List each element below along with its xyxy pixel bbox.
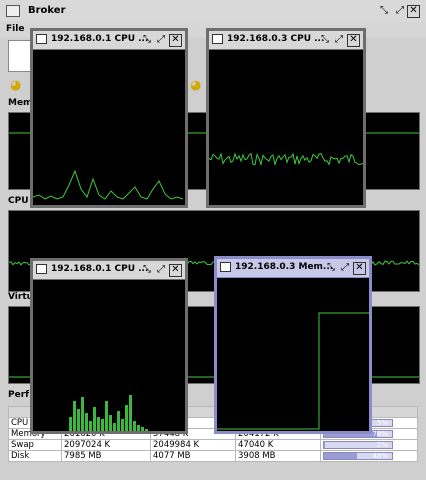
frame-title: 192.168.0.3 CPU ... [227,34,325,44]
table-row: Disk 7985 MB 4077 MB 3908 MB 48% [8,450,418,462]
frame-title-bar[interactable]: 192.168.0.1 CPU ... ⤡ ⤢ ✕ [33,261,185,280]
cpu-bar [125,405,128,431]
menu-file[interactable]: File [6,24,24,34]
cpu-bar [89,421,92,431]
memory-plot [217,312,369,430]
table-cell: 4077 MB [150,450,236,462]
cpu-bar [129,395,132,431]
cpu-frame-2[interactable]: 192.168.0.3 CPU ... ⤡ ⤢ ✕ [206,28,366,208]
perf-section-label: Perf [8,390,30,400]
frame-icon [212,34,223,44]
table-row: Swap 2097024 K 2049984 K 47040 K 2% [8,439,418,451]
cpu-trace [209,152,363,167]
cpu-bar [133,421,136,431]
maximize-icon[interactable]: ⤢ [155,34,167,46]
cpu-plot [209,152,363,167]
frame-title-bar[interactable]: 192.168.0.3 CPU ... ⤡ ⤢ ✕ [209,31,363,50]
frame-title: 192.168.0.1 CPU ... [51,34,149,44]
frame-icon [220,262,231,272]
cpu-trace [33,169,184,200]
maximize-icon[interactable]: ⤢ [333,34,345,46]
frame-title-bar[interactable]: 192.168.0.3 Mem... ⤡ ⤢ ✕ [217,259,369,278]
table-cell: 2097024 K [61,439,151,451]
usage-bar-fill [324,442,326,448]
tab-icon[interactable]: ◕ [10,79,21,92]
cpu-bar [137,425,140,431]
cpu-frame-3[interactable]: 192.168.0.1 CPU ... ⤡ ⤢ ✕ [30,258,188,434]
frame-title: 192.168.0.3 Mem... [235,262,334,272]
usage-bar-fill [324,453,357,459]
usage-cell: 2% [320,439,418,451]
close-icon[interactable]: ✕ [169,34,182,47]
maximize-icon[interactable]: ⤢ [155,264,167,276]
cpu-bar [145,429,148,431]
minimize-icon[interactable]: ⤡ [380,5,388,17]
minimize-icon[interactable]: ⤡ [325,262,337,274]
close-icon[interactable]: ✕ [407,5,420,18]
title-bar: Broker ⤡ ⤢ ✕ [0,0,426,23]
cpu-plot [33,169,184,200]
cpu-bar [93,407,96,431]
frame-icon [36,264,47,274]
close-icon[interactable]: ✕ [169,264,182,277]
close-icon[interactable]: ✕ [353,262,366,275]
cpu-bar-plot [69,395,148,431]
minimize-icon[interactable]: ⤡ [141,34,153,46]
close-icon[interactable]: ✕ [347,34,360,47]
memory-frame[interactable]: 192.168.0.3 Mem... ⤡ ⤢ ✕ [214,256,372,434]
usage-bar: 48% [323,452,393,460]
minimize-icon[interactable]: ⤡ [319,34,331,46]
minimize-icon[interactable]: ⤡ [141,264,153,276]
window-title: Broker [28,5,66,16]
frame-title-bar[interactable]: 192.168.0.1 CPU ... ⤡ ⤢ ✕ [33,31,185,50]
table-cell: 47040 K [235,439,321,451]
table-cell: Swap [8,439,62,451]
usage-percent: 48% [372,452,388,460]
maximize-icon[interactable]: ⤢ [339,262,351,274]
usage-cell: 48% [320,450,418,462]
cpu-bar [77,409,80,431]
cpu-bar [73,401,76,431]
frame-title: 192.168.0.1 CPU ... [51,264,149,274]
table-cell: 7985 MB [61,450,151,462]
usage-percent: 78% [372,430,388,438]
maximize-icon[interactable]: ⤢ [396,5,404,17]
cpu-frame-1[interactable]: 192.168.0.1 CPU ... ⤡ ⤢ ✕ [30,28,188,208]
cpu-bar [109,415,112,431]
window-icon [6,5,20,17]
cpu-section-label: CPU [8,196,29,206]
cpu-bar [121,419,124,431]
cpu-bar [101,419,104,431]
table-cell: Disk [8,450,62,462]
cpu-bar [69,417,72,431]
memory-section-label: Mem [8,98,33,108]
usage-percent: 5% [376,419,388,427]
cpu-bar [117,411,120,431]
cpu-bar [97,417,100,431]
table-cell: 3908 MB [235,450,321,462]
table-cell: 2049984 K [150,439,236,451]
usage-bar: 2% [323,441,393,449]
cpu-bar [81,397,84,431]
cpu-bar [105,401,108,431]
cpu-bar [141,427,144,431]
cpu-bar [113,423,116,431]
usage-percent: 2% [376,441,388,449]
cpu-bar [85,413,88,431]
frame-icon [36,34,47,44]
memory-trace [217,312,369,430]
tab-icon-2[interactable]: ◕ [190,79,201,92]
